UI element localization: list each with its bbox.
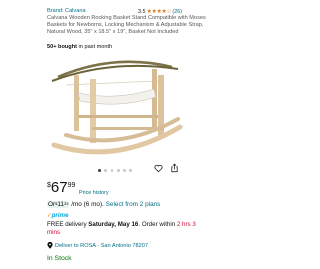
location-pin-icon [47,242,53,249]
delivery-info: FREE delivery Saturday, May 16. Order wi… [47,221,197,237]
price: $ 67 99 [47,180,75,195]
stock-status: In Stock [47,255,72,262]
carousel-dot[interactable] [116,169,120,172]
carousel-dot[interactable] [123,169,126,172]
carousel-dot[interactable] [129,169,133,172]
installment-pill: Or $11 33 [47,201,70,208]
heart-icon[interactable] [154,164,163,173]
product-image[interactable] [40,55,190,165]
delivery-prefix: FREE delivery [47,221,89,228]
installment-period: /mo (6 mo). [69,201,106,208]
carousel-dot[interactable] [110,169,114,172]
bought-count: 50+ bought [47,44,77,50]
installment-whole: 11 [57,201,64,208]
installment-fraction: 33 [63,201,69,207]
deliver-to-label[interactable]: Deliver to ROSA - San Antonio 78207 [55,243,148,249]
bought-period: in past month [77,44,113,50]
installment-prefix: Or [48,201,56,208]
prime-badge[interactable]: ✓prime [47,212,68,219]
brand-link[interactable]: Brand: Calvana [47,8,86,14]
delivery-date: Saturday, May 16 [88,221,139,228]
rating-value: 3.5 [138,8,146,15]
prime-label: prime [51,212,69,219]
rating-count[interactable]: (26) [172,9,182,15]
carousel-dot[interactable] [98,169,101,172]
image-carousel-dots[interactable] [98,169,133,172]
delivery-middle: . Order within [138,221,177,228]
product-title: Calvana Wooden Rocking Basket Stand Comp… [47,15,206,36]
rating-stars-icon: ★★★★☆ [146,9,172,15]
carousel-dot[interactable] [104,169,108,172]
share-icon[interactable] [170,163,179,173]
price-history-link[interactable]: Price history [79,190,109,196]
deliver-to-link[interactable]: Deliver to ROSA - San Antonio 78207 [47,242,148,249]
rating-summary[interactable]: 3.5 ★★★★☆ (26) [138,8,182,16]
bought-badge: 50+ bought in past month [47,44,112,50]
price-fraction: 99 [67,182,76,189]
installment-offer: Or $11 33 /mo (6 mo). Select from 2 plans [47,201,160,208]
select-plans-link[interactable]: Select from 2 plans [106,201,161,208]
price-whole: 67 [50,179,68,196]
